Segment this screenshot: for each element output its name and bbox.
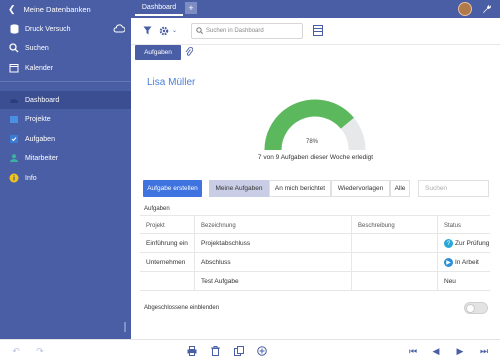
status-text: In Arbeit bbox=[455, 259, 479, 266]
table-row[interactable]: Test Aufgabe Neu bbox=[140, 272, 490, 291]
status-text: Zur Prüfung bbox=[455, 240, 490, 247]
search-icon bbox=[9, 43, 19, 53]
sidebar-item-dashboard[interactable]: Dashboard bbox=[0, 91, 131, 109]
sidebar-item-label: Projekte bbox=[25, 115, 51, 123]
sidebar-item-suchen[interactable]: Suchen bbox=[0, 39, 131, 57]
sidebar-item-label: Info bbox=[25, 174, 37, 182]
back-label: Meine Datenbanken bbox=[23, 4, 91, 14]
section-label: Aufgaben bbox=[144, 206, 170, 212]
create-task-button[interactable]: Aufgabe erstellen bbox=[143, 180, 202, 197]
cell-bezeichnung: Projektabschluss bbox=[194, 234, 351, 253]
redo-icon[interactable]: ↷ bbox=[34, 345, 46, 357]
last-page-icon[interactable]: ⏭ bbox=[478, 345, 490, 357]
search-input[interactable]: Suchen in Dashboard bbox=[191, 23, 303, 39]
show-completed-label: Abgeschlossene einblenden bbox=[144, 305, 220, 311]
trash-icon[interactable] bbox=[209, 345, 221, 357]
sidebar-item-info[interactable]: Info bbox=[0, 169, 131, 187]
bottom-bar: ↶ ↷ ⏮ ◀ ▶ ⏭ bbox=[0, 339, 500, 361]
filter-meine-aufgaben[interactable]: Meine Aufgaben bbox=[209, 180, 269, 197]
sidebar-item-projekte[interactable]: Projekte bbox=[0, 110, 131, 128]
sidebar-item-kalender[interactable]: Kalender bbox=[0, 59, 131, 77]
task-icon bbox=[9, 134, 19, 144]
search-placeholder: Suchen in Dashboard bbox=[206, 28, 264, 34]
cell-bezeichnung: Test Aufgabe bbox=[194, 272, 351, 291]
play-icon: ▶ bbox=[444, 258, 453, 267]
calendar-icon bbox=[9, 63, 19, 73]
sidebar-item-aufgaben[interactable]: Aufgaben bbox=[0, 130, 131, 148]
sidebar-item-label: Druck Versuch bbox=[25, 25, 71, 33]
table-row[interactable]: Einführung ein Projektabschluss ? Zur Pr… bbox=[140, 234, 490, 253]
dashboard-icon bbox=[9, 95, 19, 105]
filter-an-mich-berichtet[interactable]: An mich berichtet bbox=[269, 180, 331, 197]
chevron-down-icon[interactable]: ⌄ bbox=[172, 27, 177, 34]
column-header-projekt[interactable]: Projekt bbox=[140, 216, 194, 235]
sidebar-item-label: Aufgaben bbox=[25, 135, 55, 143]
undo-icon[interactable]: ↶ bbox=[10, 345, 22, 357]
question-icon: ? bbox=[444, 239, 453, 248]
add-tab-button[interactable]: + bbox=[185, 2, 197, 14]
cell-projekt: Einführung ein bbox=[146, 240, 188, 247]
cell-projekt: Unternehmen bbox=[146, 259, 186, 266]
sidebar-item-druck-versuch[interactable]: Druck Versuch bbox=[0, 20, 131, 38]
resize-handle[interactable] bbox=[124, 322, 126, 332]
back-to-databases[interactable]: ❮ Meine Datenbanken bbox=[0, 0, 131, 18]
database-icon bbox=[9, 24, 19, 34]
folder-icon bbox=[9, 114, 19, 124]
gear-icon[interactable] bbox=[159, 26, 169, 38]
sidebar-item-label: Dashboard bbox=[25, 96, 60, 104]
cell-projekt bbox=[140, 272, 194, 291]
task-search-input[interactable]: Suchen bbox=[418, 180, 489, 197]
filter-icon[interactable] bbox=[143, 26, 152, 37]
user-name-title: Lisa Müller bbox=[147, 77, 196, 88]
show-completed-toggle[interactable] bbox=[464, 302, 488, 314]
cloud-icon[interactable] bbox=[113, 24, 126, 35]
cell-beschreibung bbox=[351, 253, 437, 272]
sidebar-item-mitarbeiter[interactable]: Mitarbeiter bbox=[0, 149, 131, 167]
sub-toolbar: Aufgaben bbox=[131, 45, 500, 61]
layout-icon[interactable] bbox=[313, 25, 323, 38]
toggle-knob bbox=[466, 304, 475, 313]
column-header-bezeichnung[interactable]: Bezeichnung bbox=[194, 216, 351, 235]
wrench-icon[interactable] bbox=[480, 2, 494, 16]
first-page-icon[interactable]: ⏮ bbox=[407, 345, 419, 357]
cell-status: Neu bbox=[437, 272, 490, 291]
paperclip-icon[interactable] bbox=[185, 46, 194, 59]
cell-beschreibung bbox=[351, 234, 437, 253]
column-header-status[interactable]: Status bbox=[437, 216, 490, 235]
gauge-percent: 78% bbox=[306, 139, 319, 145]
tab-dashboard[interactable]: Dashboard bbox=[135, 0, 183, 16]
cell-bezeichnung: Abschluss bbox=[194, 253, 351, 272]
sidebar-item-label: Suchen bbox=[25, 44, 49, 52]
cell-beschreibung bbox=[351, 272, 437, 291]
cell-status: ? Zur Prüfung bbox=[437, 234, 490, 253]
gauge-caption: 7 von 9 Aufgaben dieser Woche erledigt bbox=[257, 154, 374, 161]
search-icon bbox=[196, 26, 203, 36]
status-text: Neu bbox=[444, 278, 456, 285]
print-icon[interactable] bbox=[186, 345, 198, 357]
filter-wiedervorlagen[interactable]: Wiedervorlagen bbox=[331, 180, 390, 197]
table-row[interactable]: Unternehmen Abschluss ▶ In Arbeit bbox=[140, 253, 490, 272]
avatar[interactable] bbox=[458, 2, 472, 16]
next-page-icon[interactable]: ▶ bbox=[454, 345, 466, 357]
table-header: Projekt Bezeichnung Beschreibung Status bbox=[140, 215, 490, 235]
add-circle-icon[interactable] bbox=[256, 345, 268, 357]
info-icon bbox=[9, 173, 19, 183]
progress-gauge bbox=[264, 99, 366, 151]
column-header-beschreibung[interactable]: Beschreibung bbox=[351, 216, 437, 235]
top-bar: Dashboard + bbox=[131, 0, 500, 18]
sidebar-item-label: Mitarbeiter bbox=[25, 154, 59, 162]
people-icon bbox=[9, 153, 19, 163]
sidebar-item-label: Kalender bbox=[25, 64, 54, 72]
sidebar: ❮ Meine Datenbanken Druck Versuch Suchen… bbox=[0, 0, 131, 339]
copy-icon[interactable] bbox=[233, 345, 245, 357]
sidebar-divider bbox=[0, 81, 131, 82]
cell-status: ▶ In Arbeit bbox=[437, 253, 490, 272]
previous-page-icon[interactable]: ◀ bbox=[430, 345, 442, 357]
toolbar: ⌄ Suchen in Dashboard bbox=[131, 18, 500, 45]
aufgaben-button[interactable]: Aufgaben bbox=[135, 45, 181, 60]
chevron-left-icon: ❮ bbox=[8, 3, 16, 14]
filter-alle[interactable]: Alle bbox=[390, 180, 410, 197]
